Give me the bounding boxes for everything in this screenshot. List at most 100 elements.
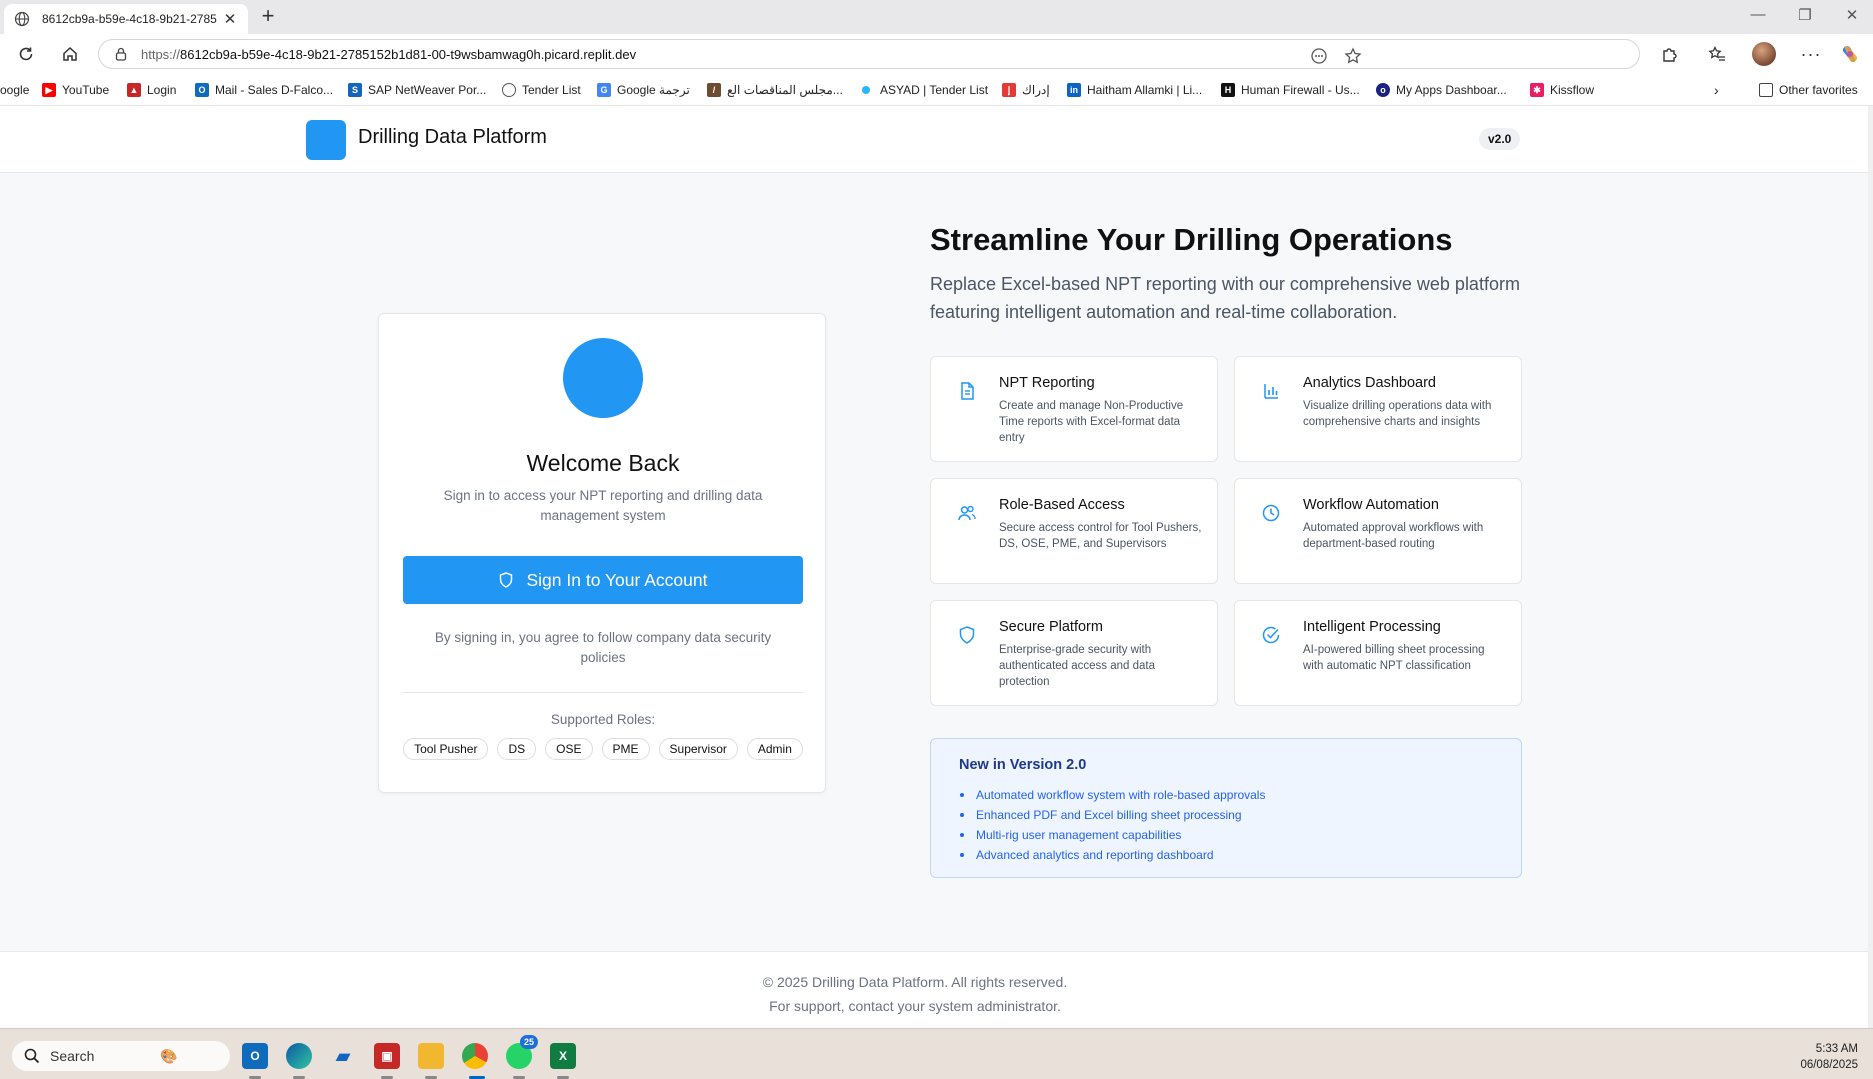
- linkedin-icon: in: [1067, 83, 1081, 97]
- feature-title: Secure Platform: [999, 619, 1103, 635]
- tab-title: 8612cb9a-b59e-4c18-9b21-2785: [42, 12, 217, 26]
- divider: [403, 692, 803, 693]
- login-avatar-circle: [563, 338, 643, 418]
- sign-in-button[interactable]: Sign In to Your Account: [403, 556, 803, 604]
- security-agreement: By signing in, you agree to follow compa…: [434, 630, 772, 665]
- address-toolbar: https://8612cb9a-b59e-4c18-9b21-2785152b…: [0, 34, 1873, 74]
- feature-description: Visualize drilling operations data with …: [1303, 400, 1492, 428]
- bookmark-item[interactable]: ▶ YouTube: [42, 81, 109, 99]
- copilot-button[interactable]: [1839, 43, 1861, 65]
- search-placeholder: Search: [50, 1048, 95, 1064]
- login-subtitle: Sign in to access your NPT reporting and…: [443, 488, 763, 523]
- bar-chart-icon: [1264, 384, 1278, 399]
- folder-icon: [1759, 83, 1773, 97]
- login-title: Welcome Back: [526, 450, 680, 476]
- settings-more-button[interactable]: ···: [1800, 43, 1822, 65]
- bookmark-item[interactable]: S SAP NetWeaver Por...: [348, 81, 486, 99]
- feature-card-analytics-dashboard: Analytics Dashboard Visualize drilling o…: [1234, 356, 1522, 462]
- favorites-list-icon: [1708, 46, 1725, 61]
- excel-taskbar-icon[interactable]: X: [550, 1043, 576, 1069]
- whatsapp-taskbar-icon[interactable]: 25: [506, 1035, 539, 1069]
- feature-title: Workflow Automation: [1303, 497, 1439, 513]
- minimize-window-button[interactable]: —: [1748, 6, 1768, 23]
- clock-time: 5:33 AM: [1815, 1043, 1858, 1055]
- bookmark-item[interactable]: ▲ Login: [127, 81, 176, 99]
- reload-button[interactable]: [14, 42, 38, 66]
- list-item: Multi-rig user management capabilities: [959, 825, 1265, 845]
- profile-avatar[interactable]: [1752, 42, 1776, 66]
- outlook-taskbar-icon[interactable]: O: [242, 1043, 268, 1069]
- tender-board-icon: /: [707, 83, 721, 97]
- asyad-icon: [862, 86, 870, 94]
- url-host: 8612cb9a-b59e-4c18-9b21-2785152b1d81-00-…: [180, 46, 637, 62]
- clock-icon: [1262, 504, 1280, 522]
- roles-title: Supported Roles:: [550, 712, 656, 727]
- taskbar-search[interactable]: Search 🎨: [12, 1041, 230, 1071]
- address-bar[interactable]: https://8612cb9a-b59e-4c18-9b21-2785152b…: [98, 39, 1640, 69]
- bookmarks-overflow-chevron-icon[interactable]: ›: [1714, 81, 1719, 99]
- feature-title: Analytics Dashboard: [1303, 375, 1436, 391]
- human-firewall-icon: H: [1221, 83, 1235, 97]
- favorites-button[interactable]: [1706, 43, 1728, 65]
- login-icon: ▲: [127, 83, 141, 97]
- bookmark-item[interactable]: H Human Firewall - Us...: [1221, 81, 1360, 99]
- notification-badge: 25: [520, 1035, 539, 1049]
- bookmark-item[interactable]: ✱ Kissflow: [1530, 81, 1594, 99]
- hero-subtitle: Replace Excel-based NPT reporting with o…: [930, 274, 1520, 322]
- feature-description: Secure access control for Tool Pushers, …: [999, 522, 1202, 550]
- scrollbar[interactable]: [1868, 106, 1873, 1028]
- list-item: Advanced analytics and reporting dashboa…: [959, 845, 1265, 865]
- browser-tab-active[interactable]: 8612cb9a-b59e-4c18-9b21-2785 ✕: [4, 4, 248, 34]
- search-icon: [24, 1048, 40, 1064]
- whats-new-list: Automated workflow system with role-base…: [959, 785, 1265, 865]
- security-app-taskbar-icon[interactable]: ▣: [374, 1043, 400, 1069]
- role-chip: Supervisor: [658, 738, 738, 760]
- bookmark-item[interactable]: Tender List: [502, 81, 581, 99]
- other-favorites[interactable]: Other favorites: [1759, 81, 1858, 99]
- feature-card-npt-reporting: NPT Reporting Create and manage Non-Prod…: [930, 356, 1218, 462]
- extensions-button[interactable]: [1658, 43, 1680, 65]
- bookmark-item[interactable]: / مجلس المناقصات الع...: [707, 81, 843, 99]
- feature-description: AI-powered billing sheet processing with…: [1303, 644, 1485, 672]
- system-clock[interactable]: 5:33 AM 06/08/2025: [1778, 1041, 1858, 1073]
- feature-card-secure-platform: Secure Platform Enterprise-grade securit…: [930, 600, 1218, 706]
- home-button[interactable]: [58, 42, 82, 66]
- bookmark-item[interactable]: إ إدراك: [1002, 81, 1050, 99]
- bookmark-item[interactable]: ASYAD | Tender List: [862, 81, 988, 99]
- roles-list: Tool Pusher DS OSE PME Supervisor Admin: [379, 738, 827, 760]
- feature-title: NPT Reporting: [999, 375, 1095, 391]
- favorite-star-icon[interactable]: [1344, 47, 1362, 65]
- role-chip: DS: [497, 738, 537, 760]
- edge-taskbar-icon[interactable]: [286, 1043, 312, 1069]
- clock-date: 06/08/2025: [1800, 1059, 1858, 1071]
- feature-card-workflow-automation: Workflow Automation Automated approval w…: [1234, 478, 1522, 584]
- file-explorer-taskbar-icon[interactable]: [418, 1043, 444, 1069]
- bookmark-item[interactable]: O Mail - Sales D-Falco...: [195, 81, 333, 99]
- kissflow-icon: ✱: [1530, 83, 1544, 97]
- new-tab-button[interactable]: +: [256, 5, 280, 29]
- brand-name: Drilling Data Platform: [358, 126, 547, 148]
- restore-window-button[interactable]: ❐: [1795, 6, 1815, 24]
- sap-taskbar-icon[interactable]: ▰: [330, 1043, 356, 1069]
- reader-mode-icon[interactable]: [1310, 47, 1328, 65]
- translate-icon: G: [597, 83, 611, 97]
- edraak-icon: إ: [1002, 83, 1016, 97]
- page-footer: © 2025 Drilling Data Platform. All right…: [0, 951, 1873, 1028]
- bookmark-item[interactable]: in Haitham Allamki | Li...: [1067, 81, 1202, 99]
- login-card: Welcome Back Sign in to access your NPT …: [378, 313, 826, 793]
- close-window-button[interactable]: ✕: [1842, 6, 1862, 24]
- bookmark-item[interactable]: o My Apps Dashboar...: [1376, 81, 1507, 99]
- sap-icon: S: [348, 83, 362, 97]
- bookmark-item[interactable]: oogle: [0, 81, 29, 99]
- okta-icon: o: [1376, 83, 1390, 97]
- chrome-taskbar-icon[interactable]: [462, 1043, 488, 1069]
- role-chip: Tool Pusher: [403, 738, 489, 760]
- bookmark-item[interactable]: G Google ترجمة: [597, 81, 690, 99]
- feature-description: Enterprise-grade security with authentic…: [999, 644, 1156, 688]
- whats-new-title: New in Version 2.0: [959, 757, 1087, 773]
- close-tab-icon[interactable]: ✕: [222, 10, 238, 28]
- outlook-icon: O: [195, 83, 209, 97]
- list-item: Enhanced PDF and Excel billing sheet pro…: [959, 805, 1265, 825]
- list-item: Automated workflow system with role-base…: [959, 785, 1265, 805]
- youtube-icon: ▶: [42, 83, 56, 97]
